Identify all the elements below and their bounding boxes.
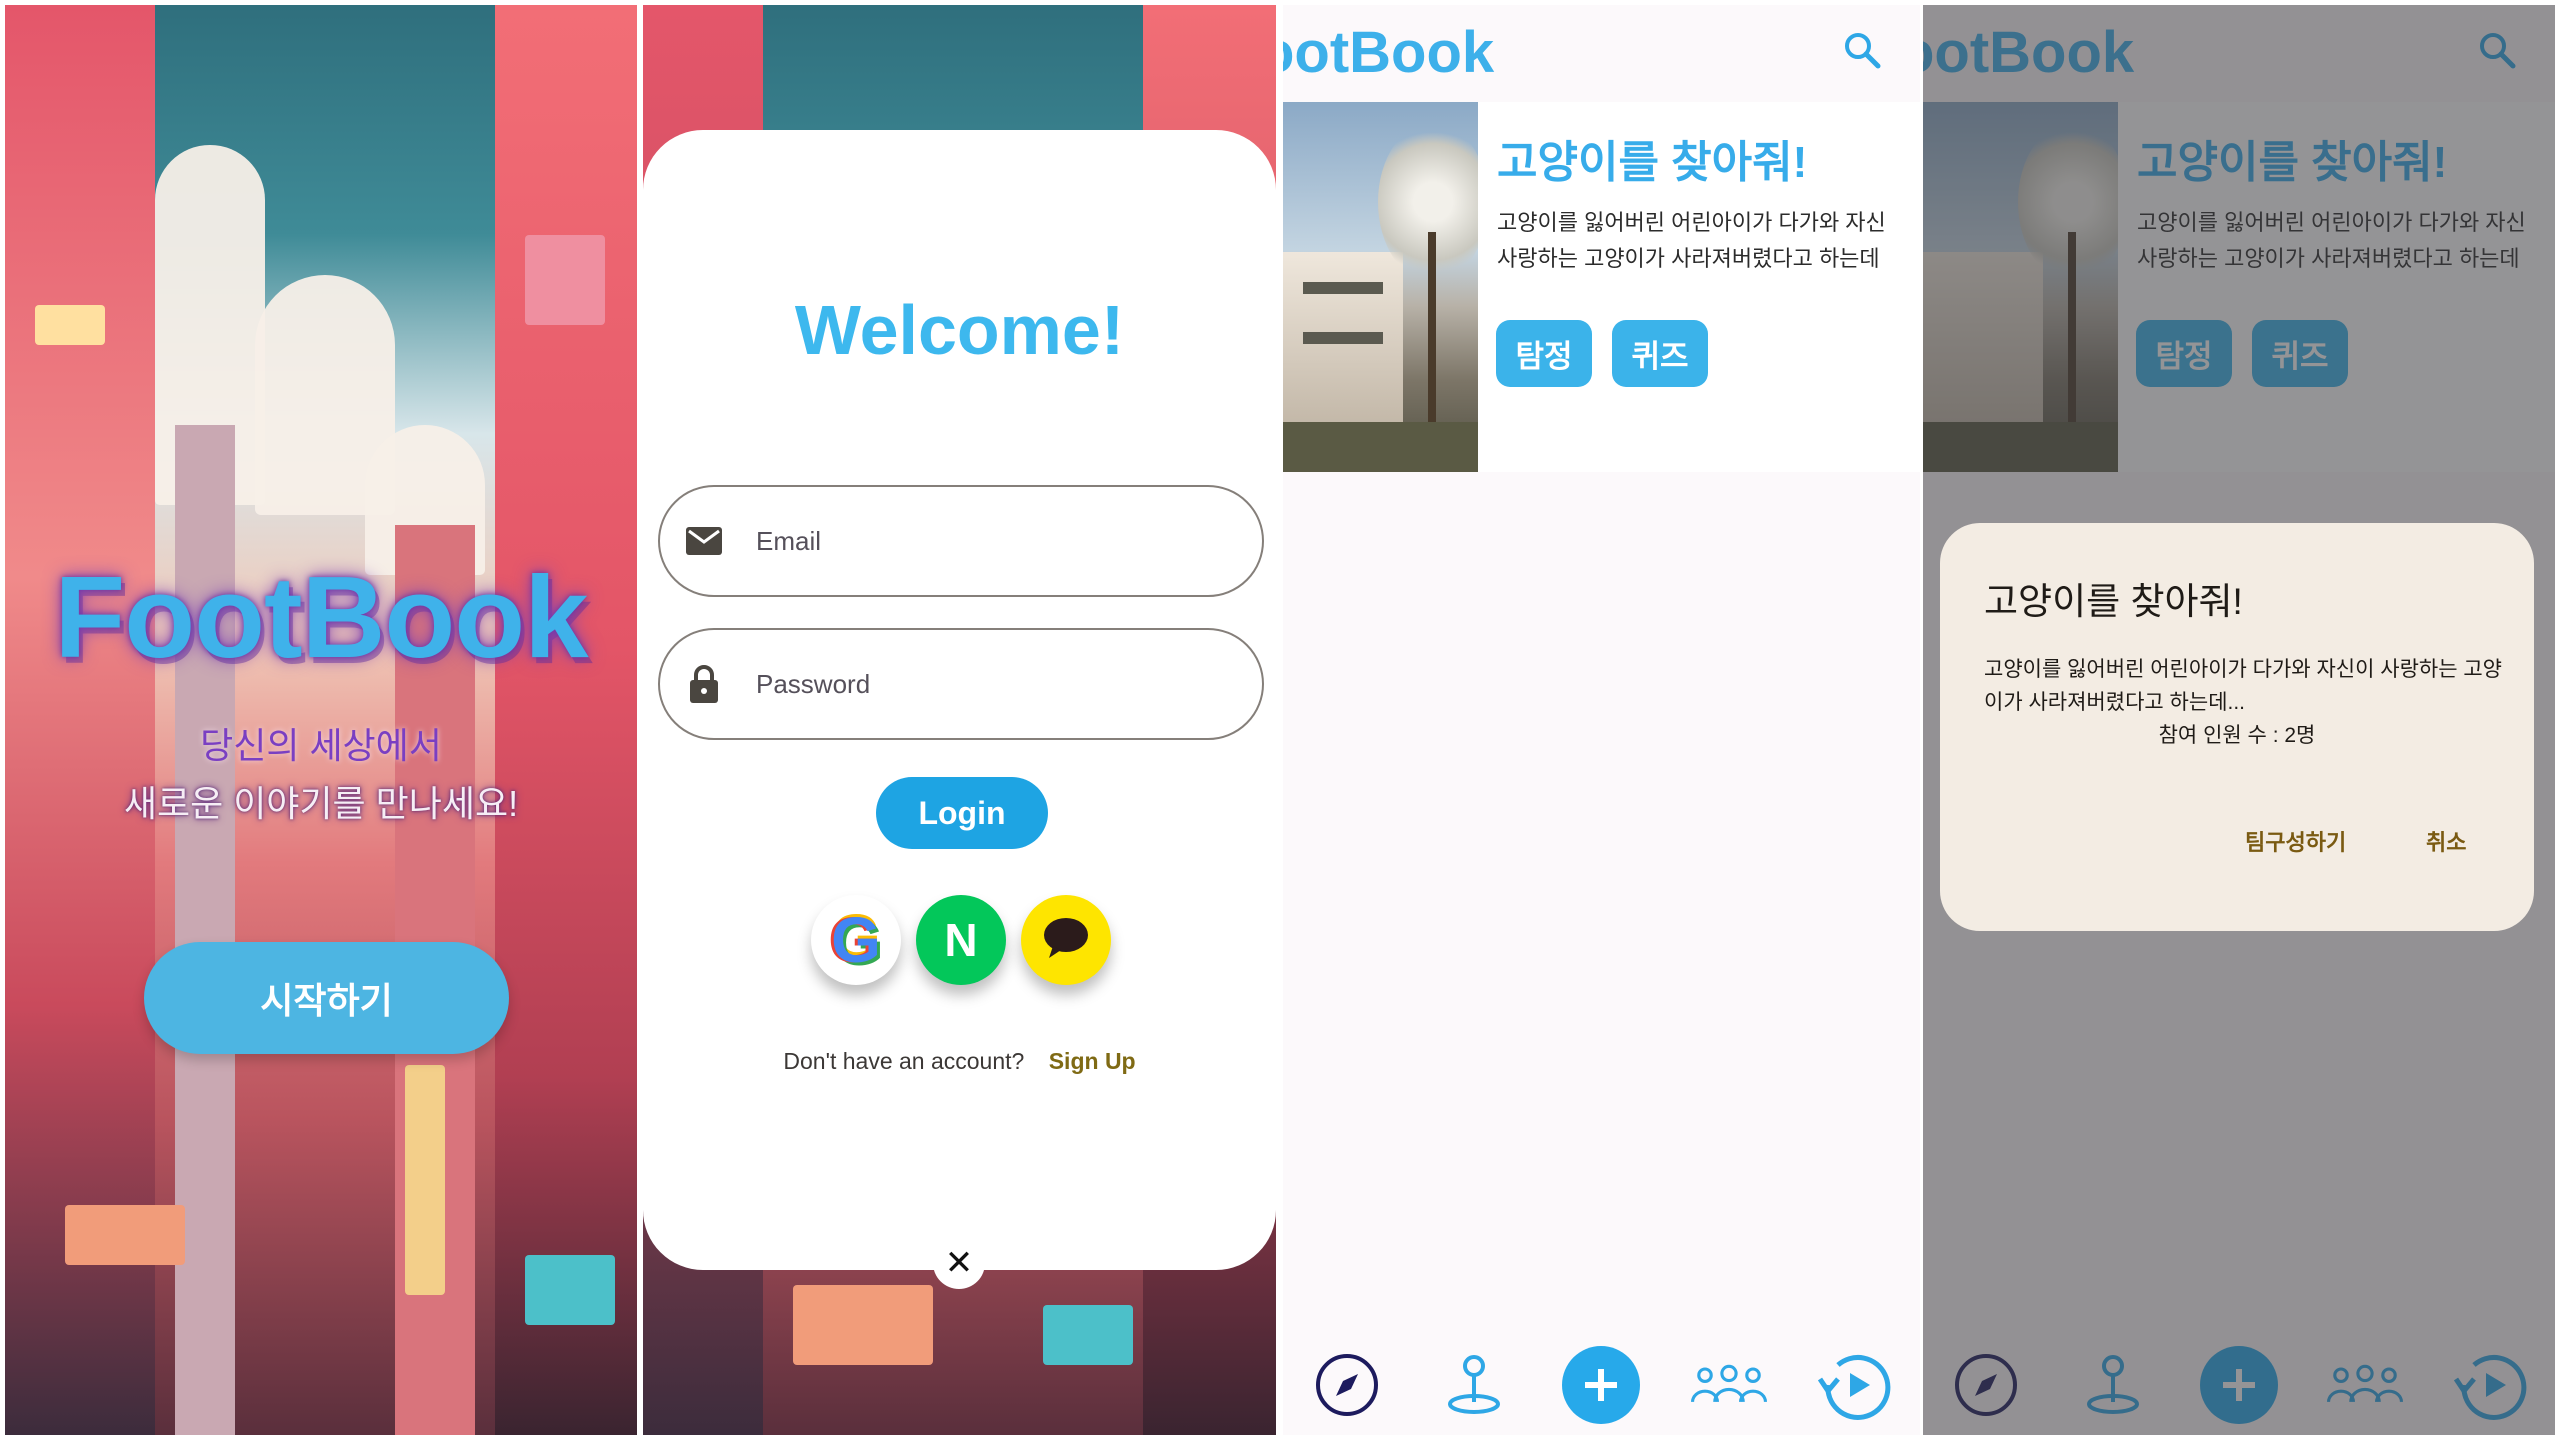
mail-icon (684, 521, 724, 561)
team-form-button[interactable]: 팀구성하기 (2245, 825, 2346, 857)
group-icon[interactable] (1689, 1345, 1769, 1425)
lock-icon (684, 664, 724, 704)
no-account-text: Don't have an account? (783, 1048, 1025, 1074)
compass-icon[interactable] (1307, 1345, 1387, 1425)
feed-screen: ootBook 고양이를 찾아줘! 고양이를 잃어버린 어린아이가 다가와 자신… (1283, 5, 1920, 1435)
search-icon[interactable] (1842, 30, 1882, 70)
signup-link[interactable]: Sign Up (1049, 1048, 1136, 1074)
start-button[interactable]: 시작하기 (144, 942, 509, 1054)
password-field[interactable] (658, 628, 1264, 740)
add-icon (1562, 1346, 1641, 1424)
post-title: 고양이를 찾아줘! (1497, 138, 1808, 187)
post-photo (1283, 102, 1478, 472)
map-pin-icon[interactable] (1434, 1345, 1514, 1425)
tagline-line1: 당신의 세상에서 (200, 725, 442, 766)
signup-row: Don't have an account? Sign Up (643, 1048, 1276, 1075)
participant-count: 참여 인원 수 : 2명 (2158, 724, 2316, 747)
cancel-button[interactable]: 취소 (2426, 825, 2466, 857)
join-team-dialog: 고양이를 찾아줘! 고양이를 잃어버린 어린아이가 다가와 자신이 사랑하는 고… (1940, 523, 2534, 931)
email-input[interactable] (754, 524, 1178, 558)
add-button[interactable] (1561, 1345, 1641, 1425)
post-description-line2: 사랑하는 고양이가 사라져버렸다고 하는데 (1497, 246, 1880, 271)
post-description-line1: 고양이를 잃어버린 어린아이가 다가와 자신 (1497, 210, 1886, 235)
dialog-body: 고양이를 잃어버린 어린아이가 다가와 자신이 사랑하는 고양이가 사라져버렸다… (1984, 658, 2503, 714)
naver-icon: N (944, 914, 978, 966)
kakao-login-button[interactable] (1021, 895, 1111, 985)
password-input[interactable] (754, 667, 1178, 701)
post-description: 고양이를 잃어버린 어린아이가 다가와 자신 사랑하는 고양이가 사라져버렸다고… (1497, 205, 1917, 277)
kakao-icon (1041, 916, 1091, 965)
chip-quiz[interactable]: 퀴즈 (1612, 320, 1708, 387)
brand-logo: FootBook (54, 552, 588, 682)
feed-dialog-screen: ootBook 고양이를 찾아줘! 고양이를 잃어버린 어린아이가 다가와 자신… (1923, 5, 2555, 1435)
welcome-title: Welcome! (794, 291, 1125, 369)
login-button[interactable]: Login (876, 777, 1048, 849)
bottom-nav (1283, 1335, 1920, 1435)
history-icon[interactable] (1816, 1345, 1896, 1425)
login-screen: Welcome! Login G N Don't have an ac (643, 5, 1276, 1435)
tagline-line2: 새로운 이야기를 만나세요! (123, 783, 519, 824)
close-button[interactable]: ✕ (933, 1237, 985, 1289)
app-title: ootBook (1283, 20, 1495, 85)
close-icon: ✕ (944, 1244, 974, 1282)
google-icon: G (831, 904, 881, 976)
naver-login-button[interactable]: N (916, 895, 1006, 985)
dialog-title: 고양이를 찾아줘! (1984, 581, 2243, 622)
splash-screen: FootBook 당신의 세상에서 새로운 이야기를 만나세요! 시작하기 (5, 5, 637, 1435)
login-sheet: Welcome! Login G N Don't have an ac (643, 130, 1276, 1270)
email-field[interactable] (658, 485, 1264, 597)
chip-detective[interactable]: 탐정 (1496, 320, 1592, 387)
post-card[interactable]: 고양이를 찾아줘! 고양이를 잃어버린 어린아이가 다가와 자신 사랑하는 고양… (1283, 102, 1920, 472)
google-login-button[interactable]: G (811, 895, 901, 985)
